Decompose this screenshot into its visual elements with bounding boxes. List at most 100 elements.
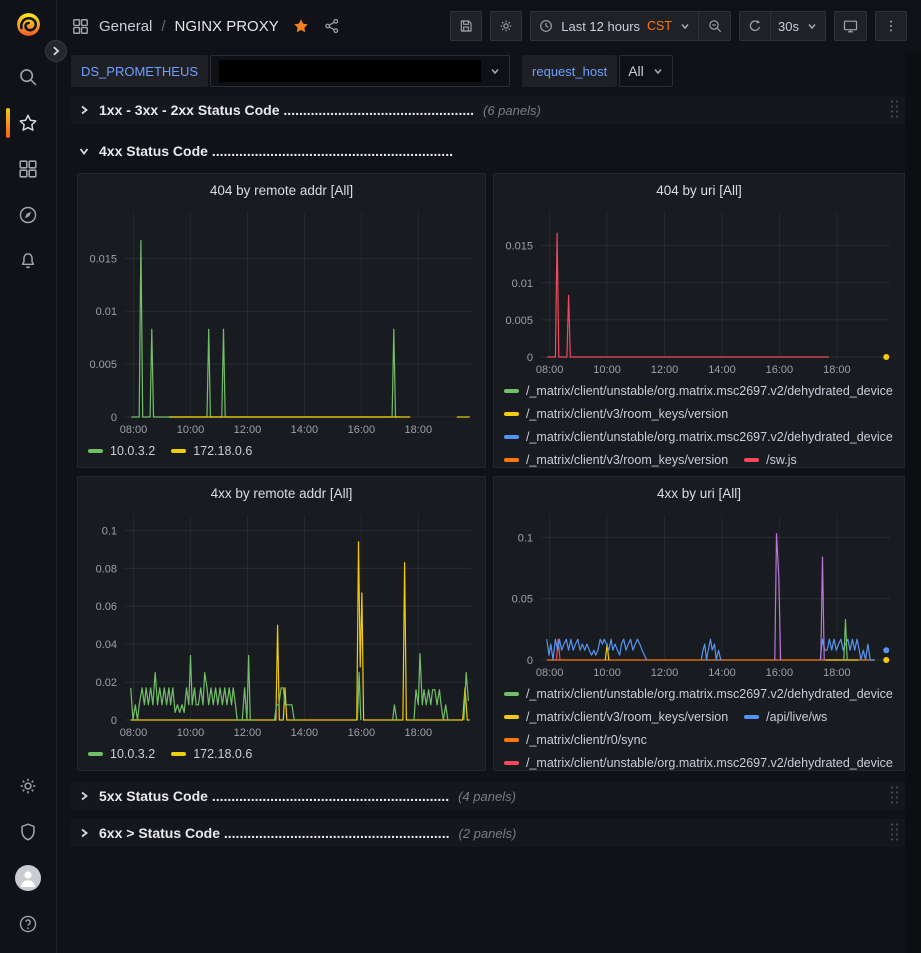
panel-title[interactable]: 404 by remote addr [All] <box>78 174 485 206</box>
legend-item[interactable]: /_matrix/client/unstable/org.matrix.msc2… <box>504 687 893 701</box>
legend-item[interactable]: /_matrix/client/v3/room_keys/version <box>504 453 728 467</box>
legend-label: 172.18.0.6 <box>193 444 252 458</box>
refresh-button[interactable] <box>739 11 771 41</box>
apps-grid-icon <box>17 158 39 180</box>
sidebar-item-search[interactable] <box>0 54 56 100</box>
legend-item[interactable]: /api/live/ws <box>744 710 827 724</box>
sidebar <box>0 0 57 953</box>
time-series-chart[interactable]: 08:0010:0012:0014:0016:0018:0000.050.1 <box>494 509 904 682</box>
svg-text:14:00: 14:00 <box>291 727 319 739</box>
zoom-out-time-button[interactable] <box>699 11 731 41</box>
chevron-down-icon <box>489 65 501 77</box>
svg-text:08:00: 08:00 <box>120 424 148 436</box>
legend-item[interactable]: 10.0.3.2 <box>88 444 155 458</box>
favorite-star-button[interactable] <box>292 17 310 35</box>
svg-text:18:00: 18:00 <box>405 727 433 739</box>
sidebar-item-starred[interactable] <box>0 100 56 146</box>
legend-label: /_matrix/client/unstable/org.matrix.msc2… <box>526 430 893 444</box>
row-header-5xx[interactable]: 5xx Status Code ........................… <box>71 782 905 810</box>
share-dashboard-button[interactable] <box>323 17 341 35</box>
svg-text:12:00: 12:00 <box>234 424 262 436</box>
cycle-view-mode-button[interactable] <box>834 11 867 41</box>
row-header-6xx[interactable]: 6xx > Status Code ......................… <box>71 819 905 847</box>
legend-item[interactable]: 172.18.0.6 <box>171 747 252 761</box>
sidebar-item-server-admin[interactable] <box>0 809 56 855</box>
legend-item[interactable]: 172.18.0.6 <box>171 444 252 458</box>
svg-text:0.01: 0.01 <box>512 278 533 290</box>
legend-row: /_matrix/client/unstable/org.matrix.msc2… <box>504 379 904 402</box>
avatar-icon <box>15 865 41 891</box>
breadcrumb-folder[interactable]: General <box>99 18 152 35</box>
row-drag-handle[interactable] <box>889 822 900 847</box>
sidebar-expand-button[interactable] <box>45 40 67 62</box>
legend-item[interactable]: /sw.js <box>744 453 797 467</box>
variable-ds-select[interactable] <box>210 55 510 87</box>
variable-host-select[interactable]: All <box>619 55 673 87</box>
star-icon <box>17 112 39 134</box>
legend-swatch <box>744 458 759 462</box>
legend-item[interactable]: /_matrix/client/r0/sync <box>504 733 647 747</box>
legend-item[interactable]: /_matrix/client/unstable/org.matrix.msc2… <box>504 756 893 770</box>
svg-text:0: 0 <box>111 412 117 424</box>
timezone-label: CST <box>647 19 672 33</box>
time-series-chart[interactable]: 08:0010:0012:0014:0016:0018:0000.0050.01… <box>78 206 485 439</box>
row-drag-handle[interactable] <box>889 99 900 124</box>
panel-title[interactable]: 4xx by uri [All] <box>494 477 904 509</box>
panel-legend: /_matrix/client/unstable/org.matrix.msc2… <box>494 379 904 467</box>
sidebar-item-alerting[interactable] <box>0 238 56 284</box>
panel-legend: 10.0.3.2 172.18.0.6 <box>78 742 485 770</box>
save-dashboard-button[interactable] <box>450 11 482 41</box>
chevron-down-icon <box>679 20 691 32</box>
legend-item[interactable]: /_matrix/client/unstable/org.matrix.msc2… <box>504 384 893 398</box>
svg-text:08:00: 08:00 <box>536 667 564 679</box>
dashboard-settings-button[interactable] <box>490 11 522 41</box>
legend-item[interactable]: 10.0.3.2 <box>88 747 155 761</box>
refresh-interval-label: 30s <box>778 19 799 34</box>
row-panel-count: (4 panels) <box>458 789 516 804</box>
time-range-label: Last 12 hours <box>561 19 640 34</box>
svg-text:08:00: 08:00 <box>536 364 564 376</box>
legend-row: /_matrix/client/v3/room_keys/version/api… <box>504 705 904 728</box>
sidebar-item-profile[interactable] <box>0 855 56 901</box>
row-drag-handle[interactable] <box>889 785 900 810</box>
sidebar-item-dashboards[interactable] <box>0 146 56 192</box>
legend-row: /_matrix/client/r0/sync <box>504 728 904 751</box>
panel-title[interactable]: 4xx by remote addr [All] <box>78 477 485 509</box>
time-range-picker[interactable]: Last 12 hours CST <box>530 11 699 41</box>
legend-swatch <box>504 412 519 416</box>
grafana-logo-icon <box>15 11 42 38</box>
panel-title[interactable]: 404 by uri [All] <box>494 174 904 206</box>
sidebar-item-help[interactable] <box>0 901 56 947</box>
svg-text:0: 0 <box>527 655 533 667</box>
refresh-interval-picker[interactable]: 30s <box>771 11 826 41</box>
svg-text:12:00: 12:00 <box>234 727 262 739</box>
legend-row: /_matrix/client/unstable/org.matrix.msc2… <box>504 751 904 770</box>
legend-item[interactable]: /_matrix/client/v3/room_keys/version <box>504 407 728 421</box>
legend-swatch <box>504 761 519 765</box>
row-header-4xx[interactable]: 4xx Status Code ........................… <box>71 137 905 165</box>
svg-text:10:00: 10:00 <box>177 727 205 739</box>
time-series-chart[interactable]: 08:0010:0012:0014:0016:0018:0000.020.040… <box>78 509 485 742</box>
help-icon <box>17 913 39 935</box>
panel-4xx-by-uri: 4xx by uri [All] 08:0010:0012:0014:0016:… <box>493 476 905 771</box>
chevron-right-icon <box>51 46 61 56</box>
grafana-logo[interactable] <box>0 11 56 38</box>
sidebar-item-explore[interactable] <box>0 192 56 238</box>
dashboard-title[interactable]: NGINX PROXY <box>175 18 279 35</box>
refresh-group: 30s <box>739 11 826 41</box>
time-series-chart[interactable]: 08:0010:0012:0014:0016:0018:0000.0050.01… <box>494 206 904 379</box>
variable-request-host: request_host All <box>522 55 673 87</box>
legend-row: /_matrix/client/unstable/org.matrix.msc2… <box>504 682 904 705</box>
legend-item[interactable]: /_matrix/client/unstable/org.matrix.msc2… <box>504 430 893 444</box>
more-options-button[interactable] <box>875 11 907 41</box>
legend-swatch <box>504 435 519 439</box>
svg-text:0.1: 0.1 <box>518 532 533 544</box>
legend-label: /sw.js <box>766 453 797 467</box>
legend-label: /_matrix/client/unstable/org.matrix.msc2… <box>526 384 893 398</box>
legend-item[interactable]: /_matrix/client/v3/room_keys/version <box>504 710 728 724</box>
row-header-1xx-3xx-2xx[interactable]: 1xx - 3xx - 2xx Status Code ............… <box>71 96 905 124</box>
sidebar-item-configuration[interactable] <box>0 763 56 809</box>
time-picker-group: Last 12 hours CST <box>530 11 731 41</box>
svg-text:14:00: 14:00 <box>708 667 736 679</box>
legend-row: /_matrix/client/unstable/org.matrix.msc2… <box>504 425 904 448</box>
